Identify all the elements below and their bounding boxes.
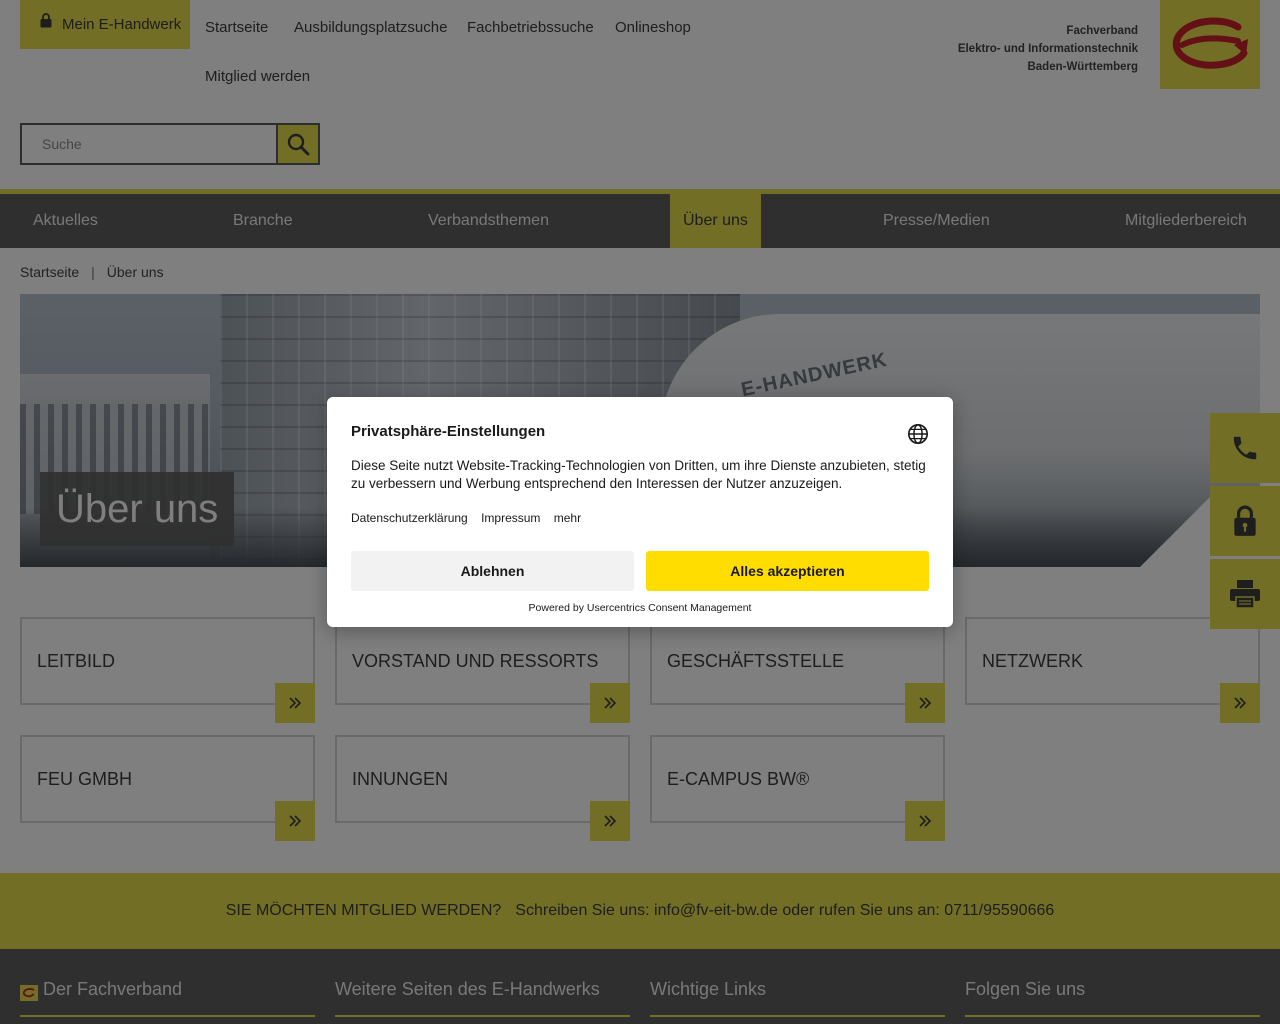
accept-all-button[interactable]: Alles akzeptieren <box>646 551 929 591</box>
privacy-policy-link[interactable]: Datenschutzerklärung <box>351 511 468 525</box>
consent-dialog: Privatsphäre-Einstellungen Diese Seite n… <box>327 397 953 627</box>
imprint-link[interactable]: Impressum <box>481 511 540 525</box>
consent-description: Diese Seite nutzt Website-Tracking-Techn… <box>351 458 926 491</box>
powered-by-text: Powered by Usercentrics Consent Manageme… <box>528 602 752 614</box>
more-link[interactable]: mehr <box>554 511 581 525</box>
globe-icon[interactable] <box>907 423 929 445</box>
deny-button[interactable]: Ablehnen <box>351 551 634 591</box>
consent-title: Privatsphäre-Einstellungen <box>351 423 546 440</box>
consent-links: Datenschutzerklärung Impressum mehr <box>351 511 591 525</box>
